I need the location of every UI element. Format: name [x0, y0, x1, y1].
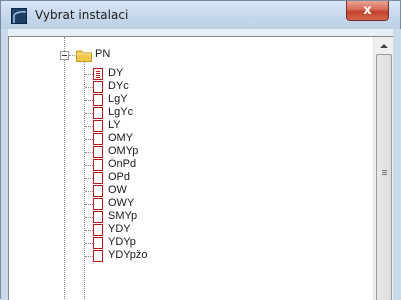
- scroll-thumb[interactable]: [376, 54, 392, 300]
- document-icon: [93, 107, 103, 119]
- tree-line: [85, 74, 93, 75]
- tree-line: [85, 113, 93, 114]
- document-icon: [93, 185, 103, 197]
- tree-line: [84, 59, 85, 300]
- document-icon: [93, 81, 103, 93]
- tree-panel: PN DY DYc LgY LgYc LY OMY OMYp OnPd OPd OW OWY SMYp…: [8, 36, 393, 300]
- collapse-toggle[interactable]: [60, 51, 69, 60]
- panel-top-strip: [8, 29, 393, 36]
- document-icon: [93, 224, 103, 236]
- tree-line: [85, 217, 93, 218]
- tree-item-label[interactable]: LY: [108, 119, 121, 131]
- tree-line: [85, 126, 93, 127]
- tree-view[interactable]: PN DY DYc LgY LgYc LY OMY OMYp OnPd OPd OW OWY SMYp…: [9, 37, 373, 300]
- folder-icon: [76, 49, 92, 62]
- tree-line: [85, 256, 93, 257]
- tree-item-label[interactable]: OnPd: [108, 158, 136, 170]
- tree-item-label[interactable]: OMYp: [108, 145, 138, 157]
- document-icon: [93, 198, 103, 210]
- window-frame-left: [1, 29, 8, 300]
- tree-line: [85, 230, 93, 231]
- vertical-scrollbar[interactable]: [373, 37, 393, 300]
- tree-item-label[interactable]: YDYpžo: [108, 249, 148, 261]
- tree-line: [85, 139, 93, 140]
- tree-item-label[interactable]: OW: [108, 184, 127, 196]
- dialog-window: Vybrat instalaci x PN DY DYc LgY LgYc LY…: [0, 0, 401, 300]
- tree-line: [85, 243, 93, 244]
- tree-root-label[interactable]: PN: [95, 48, 110, 60]
- tree-line: [85, 100, 93, 101]
- grip-icon: [382, 174, 387, 175]
- document-icon: [93, 159, 103, 171]
- tree-item-label[interactable]: DYc: [108, 80, 129, 92]
- tree-item-label[interactable]: OPd: [108, 171, 130, 183]
- close-icon: x: [363, 3, 372, 18]
- document-icon: [93, 237, 103, 249]
- window-frame-right: [393, 29, 401, 300]
- document-icon: [93, 172, 103, 184]
- tree-item-label[interactable]: YDYp: [108, 236, 136, 248]
- app-icon: [11, 8, 27, 24]
- document-icon: [93, 250, 103, 262]
- tree-line: [85, 165, 93, 166]
- tree-item-label[interactable]: OMY: [108, 132, 133, 144]
- tree-line: [64, 37, 65, 51]
- tree-line: [85, 178, 93, 179]
- document-lines-icon: [93, 68, 103, 80]
- tree-item-label[interactable]: LgY: [108, 93, 128, 105]
- tree-line: [85, 87, 93, 88]
- tree-line: [85, 191, 93, 192]
- window-title: Vybrat instalaci: [35, 8, 129, 22]
- document-icon: [93, 146, 103, 158]
- grip-icon: [382, 170, 387, 171]
- scroll-up-button[interactable]: [374, 37, 393, 54]
- grip-icon: [382, 172, 387, 173]
- tree-line: [85, 152, 93, 153]
- tree-item-label[interactable]: YDY: [108, 223, 131, 235]
- document-icon: [93, 120, 103, 132]
- document-icon: [93, 94, 103, 106]
- tree-line: [69, 55, 75, 56]
- document-icon: [93, 133, 103, 145]
- tree-item-label[interactable]: SMYp: [108, 210, 137, 222]
- tree-item-label[interactable]: DY: [108, 67, 124, 79]
- tree-line: [85, 204, 93, 205]
- document-icon: [93, 211, 103, 223]
- tree-item-label[interactable]: LgYc: [108, 106, 133, 118]
- tree-line: [64, 56, 65, 300]
- tree-item-label[interactable]: OWY: [108, 197, 134, 209]
- arrow-up-icon: [380, 44, 388, 48]
- title-bar[interactable]: Vybrat instalaci x: [1, 1, 400, 29]
- close-button[interactable]: x: [346, 1, 389, 21]
